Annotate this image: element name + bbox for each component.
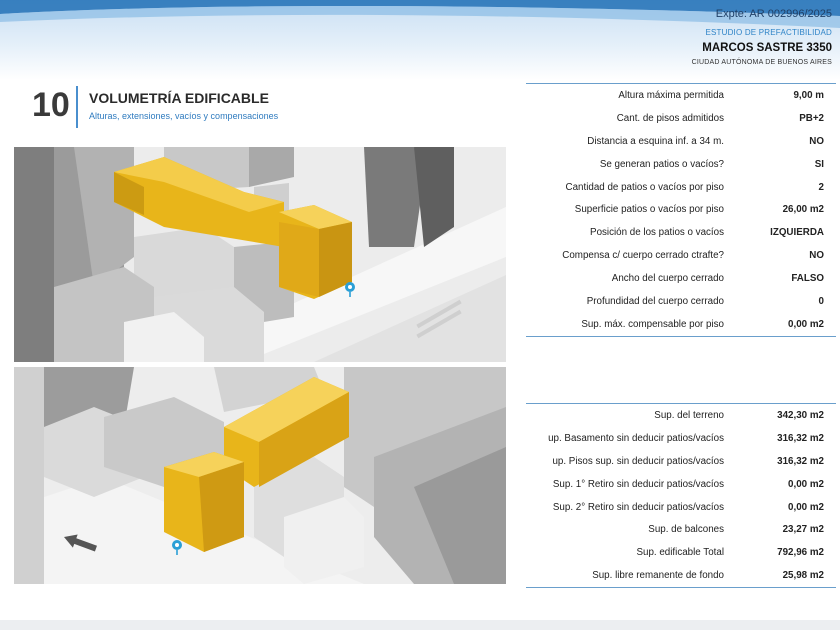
table-row: Posición de los patios o vacíos IZQUIERDA [526,221,836,244]
city-name: CIUDAD AUTÓNOMA DE BUENOS AIRES [691,59,832,66]
row-value: 26,00 m2 [782,204,824,216]
table-row: Compensa c/ cuerpo cerrado ctrafte? NO [526,244,836,267]
row-value: 9,00 m [793,89,824,101]
section-divider [76,86,78,128]
row-label: Superficie patios o vacíos por piso [574,204,724,216]
table-row: Cantidad de patios o vacíos por piso 2 [526,176,836,199]
table-row: Sup. edificable Total 792,96 m2 [526,541,836,564]
table-row: Sup. máx. compensable por piso 0,00 m2 [526,313,836,336]
table-row: Se generan patios o vacíos? SI [526,153,836,176]
table-row: Sup. libre remanente de fondo 25,98 m2 [526,564,836,587]
volumetric-render-top [14,147,506,362]
row-label: Se generan patios o vacíos? [599,158,724,170]
surface-areas-table: Sup. del terreno 342,30 m2 up. Basamento … [526,403,836,589]
study-type: ESTUDIO DE PREFACTIBILIDAD [705,28,832,37]
section-title: VOLUMETRÍA EDIFICABLE [89,90,269,106]
row-label: Profundidad del cuerpo cerrado [586,295,724,307]
table-row: up. Basamento sin deducir patios/vacíos 3… [526,427,836,450]
footer-strip [0,620,840,630]
row-value: SI [814,158,824,170]
table-row: up. Pisos sup. sin deducir patios/vacíos… [526,450,836,473]
header-info: Expte: AR 002996/2025 ESTUDIO DE PREFACT… [692,8,832,66]
row-label: Cantidad de patios o vacíos por piso [565,181,724,193]
row-value: NO [809,250,824,262]
table-row: Altura máxima permitida 9,00 m [526,84,836,107]
row-label: Altura máxima permitida [618,89,724,101]
section-subtitle: Alturas, extensiones, vacíos y compensac… [89,111,279,121]
section-number: 10 [32,86,70,124]
row-label: Distancia a esquina inf. a 34 m. [587,135,724,147]
row-label: Sup. edificable Total [636,547,724,559]
row-value: 316,32 m2 [777,455,824,467]
row-value: IZQUIERDA [770,227,824,239]
row-label: up. Basamento sin deducir patios/vacíos [548,432,724,444]
row-value: FALSO [791,273,824,285]
row-value: 342,30 m2 [777,409,824,421]
row-label: Sup. libre remanente de fondo [592,570,724,582]
row-label: Sup. máx. compensable por piso [581,318,724,330]
row-value: 25,98 m2 [782,570,824,582]
row-value: 316,32 m2 [777,432,824,444]
row-value: NO [809,135,824,147]
row-label: Cant. de pisos admitidos [616,112,724,124]
row-value: PB+2 [799,112,824,124]
row-label: Sup. del terreno [654,409,724,421]
table-row: Cant. de pisos admitidos PB+2 [526,107,836,130]
table-row: Sup. 1° Retiro sin deducir patios/vacíos… [526,473,836,496]
table-row: Sup. de balcones 23,27 m2 [526,518,836,541]
row-value: 792,96 m2 [777,547,824,559]
table-row: Ancho del cuerpo cerrado FALSO [526,267,836,290]
row-label: Sup. de balcones [648,524,724,536]
row-value: 0 [818,295,824,307]
row-value: 0,00 m2 [788,318,824,330]
row-label: Ancho del cuerpo cerrado [611,273,724,285]
expediente-number: Expte: AR 002996/2025 [715,8,832,20]
table-row: Superficie patios o vacíos por piso 26,00… [526,198,836,221]
row-label: up. Pisos sup. sin deducir patios/vacíos [552,455,724,467]
height-parameters-table: Altura máxima permitida 9,00 m Cant. de p… [526,83,836,337]
table-row: Profundidad del cuerpo cerrado 0 [526,290,836,313]
volumetric-render-bottom [14,367,506,584]
table-row: Sup. 2° Retiro sin deducir patios/vacíos… [526,496,836,519]
row-label: Compensa c/ cuerpo cerrado ctrafte? [562,250,724,262]
table-row: Distancia a esquina inf. a 34 m. NO [526,130,836,153]
row-value: 23,27 m2 [782,524,824,536]
row-value: 2 [818,181,824,193]
row-label: Sup. 1° Retiro sin deducir patios/vacíos [552,478,724,490]
row-value: 0,00 m2 [788,478,824,490]
row-label: Sup. 2° Retiro sin deducir patios/vacíos [552,501,724,513]
row-label: Posición de los patios o vacíos [590,227,724,239]
row-value: 0,00 m2 [788,501,824,513]
header-band: Expte: AR 002996/2025 ESTUDIO DE PREFACT… [0,0,840,80]
property-address: MARCOS SASTRE 3350 [702,42,832,54]
table-row: Sup. del terreno 342,30 m2 [526,404,836,427]
